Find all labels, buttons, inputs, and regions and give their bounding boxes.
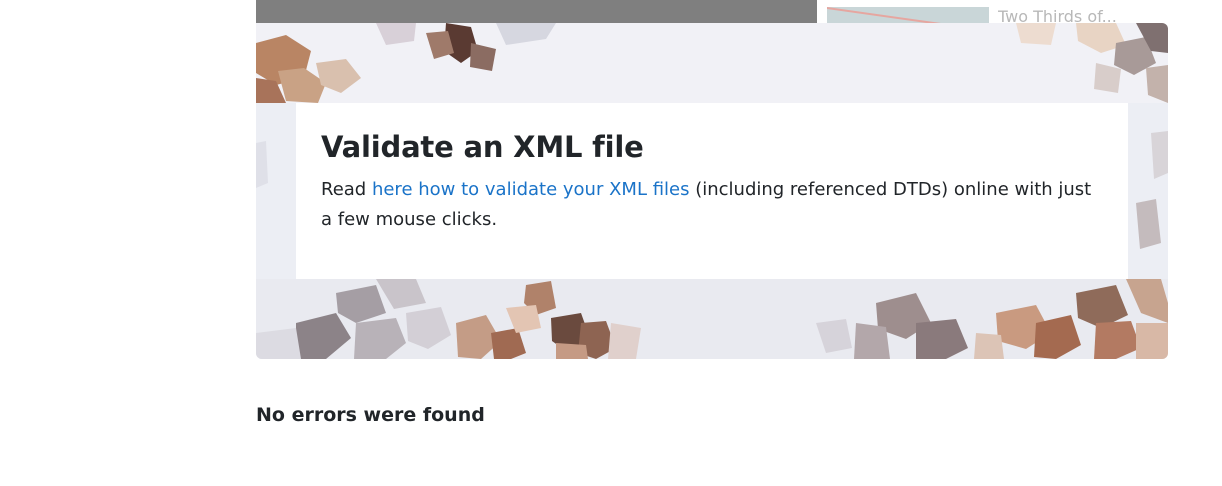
- validate-howto-link[interactable]: here how to validate your XML files: [372, 179, 690, 200]
- page-title: Validate an XML file: [321, 130, 644, 164]
- top-banner-image: [256, 0, 817, 23]
- validate-hero-card: Validate an XML file Read here how to va…: [256, 23, 1168, 359]
- hero-content-box: Validate an XML file Read here how to va…: [296, 103, 1128, 279]
- hero-text-before: Read: [321, 179, 372, 200]
- related-article-thumbnail[interactable]: [827, 7, 989, 23]
- hero-description: Read here how to validate your XML files…: [321, 175, 1103, 235]
- validation-result-message: No errors were found: [256, 404, 485, 426]
- thumbnail-graphic: [827, 7, 946, 23]
